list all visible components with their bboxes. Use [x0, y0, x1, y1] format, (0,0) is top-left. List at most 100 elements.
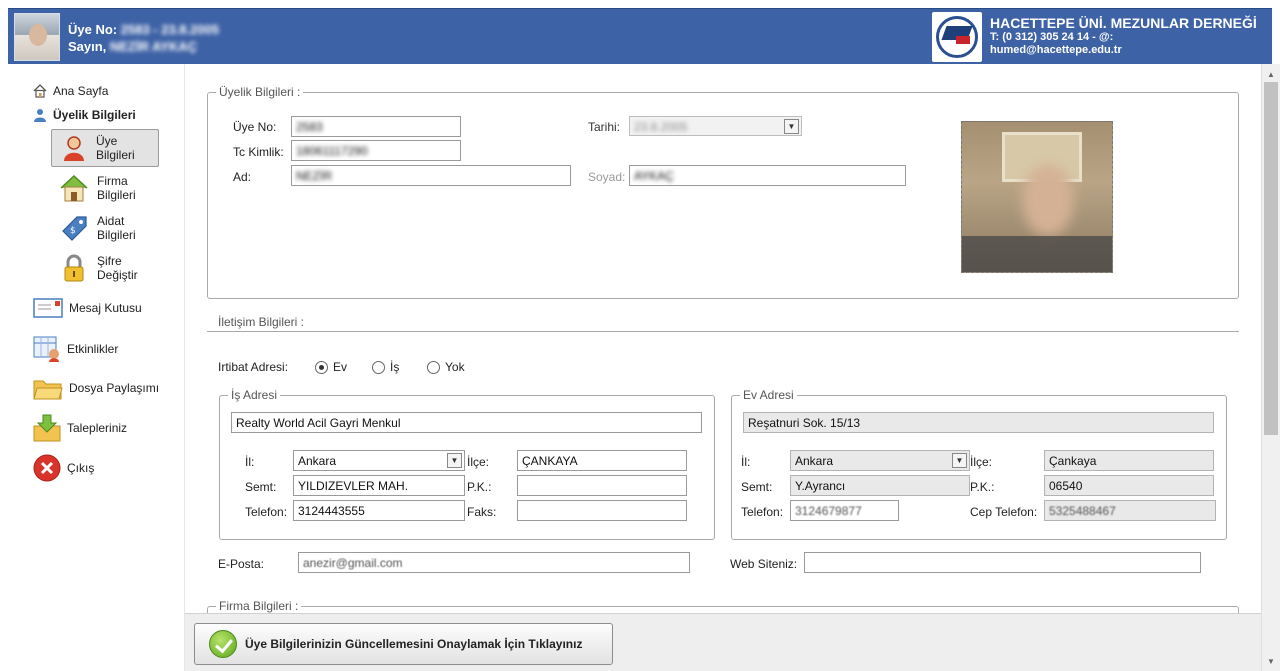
sidebar-item-inbox[interactable]: Mesaj Kutusu — [33, 298, 142, 318]
contact-divider — [207, 331, 1239, 332]
name-label: Ad: — [233, 170, 252, 184]
email-field[interactable]: anezir@gmail.com — [298, 552, 690, 573]
sidebar-item-label: Çıkış — [67, 461, 95, 475]
work-il-label: İl: — [245, 455, 255, 469]
member-no-value: 2583 - 23.8.2005 — [120, 22, 220, 37]
header-bar: Üye No: 2583 - 23.8.2005 Sayın, NEZİR AY… — [8, 8, 1272, 64]
work-phone-label: Telefon: — [245, 505, 288, 519]
sidebar-item-label: Mesaj Kutusu — [69, 301, 142, 315]
home-ilce-label: İlçe: — [970, 455, 993, 469]
member-no-label: Üye No: — [233, 120, 277, 134]
home-il-label: İl: — [741, 455, 751, 469]
scroll-down-icon[interactable]: ▼ — [1262, 653, 1280, 669]
work-ilce-field[interactable]: ÇANKAYA — [517, 450, 687, 471]
home-mobile-field[interactable]: 5325488467 — [1044, 500, 1216, 521]
avatar — [14, 13, 60, 61]
contact-title: İletişim Bilgileri : — [218, 315, 305, 329]
sidebar-item-events[interactable]: Etkinlikler — [33, 336, 118, 362]
house-icon — [60, 174, 88, 202]
date-select[interactable]: 23.8.2005 ▼ — [629, 116, 802, 136]
sidebar-item-label: Firma Bilgileri — [97, 174, 136, 202]
home-semt-label: Semt: — [741, 480, 773, 494]
svg-text:$: $ — [70, 226, 76, 236]
radio-work[interactable]: İş — [372, 360, 399, 374]
sidebar-sub-dues-info[interactable]: $ Aidat Bilgileri — [51, 209, 159, 247]
work-pk-field[interactable] — [517, 475, 687, 496]
user-icon — [34, 109, 46, 122]
radio-home[interactable]: Ev — [315, 360, 347, 374]
membership-legend: Üyelik Bilgileri : — [216, 85, 304, 99]
scrollbar[interactable]: ▲ ▼ — [1261, 64, 1280, 671]
sidebar-item-label: Etkinlikler — [67, 342, 119, 356]
work-fax-field[interactable] — [517, 500, 687, 521]
sidebar-item-label: Dosya Paylaşımı — [69, 381, 160, 395]
org-email: humed@hacettepe.edu.tr — [990, 44, 1122, 56]
home-pk-label: P.K.: — [970, 480, 995, 494]
sidebar-sub-company-info[interactable]: Firma Bilgileri — [51, 169, 159, 207]
member-no-label: Üye No: — [68, 22, 118, 37]
sidebar-item-label: Talepleriniz — [67, 421, 128, 435]
sidebar-item-requests[interactable]: Talepleriniz — [33, 414, 127, 442]
web-label: Web Siteniz: — [730, 557, 798, 571]
work-address-field[interactable]: Realty World Acil Gayri Menkul — [231, 412, 702, 433]
sidebar-item-label: Üye Bilgileri — [96, 134, 135, 162]
sidebar-item-home[interactable]: Ana Sayfa — [33, 84, 108, 98]
folder-icon — [33, 380, 63, 400]
sidebar-item-logout[interactable]: Çıkış — [33, 454, 94, 482]
inbox-download-icon — [33, 414, 61, 442]
chevron-down-icon: ▼ — [447, 453, 462, 468]
home-icon — [33, 84, 47, 98]
contact-address-label: Irtibat Adresi: — [218, 360, 289, 374]
price-tag-icon: $ — [62, 216, 87, 241]
company-legend: Firma Bilgileri : — [216, 599, 302, 613]
home-semt-field[interactable]: Y.Ayrancı — [790, 475, 970, 496]
home-pk-field[interactable]: 06540 — [1044, 475, 1214, 496]
footer-bar: Üye Bilgilerinizin Güncellemesini Onayla… — [185, 613, 1261, 671]
member-icon — [64, 136, 84, 161]
mail-icon — [33, 298, 63, 318]
sidebar-sub-change-password[interactable]: Şifre Değiştir — [51, 249, 159, 287]
greeting-name: NEZİR AYKAÇ — [109, 39, 198, 54]
home-ilce-field[interactable]: Çankaya — [1044, 450, 1214, 471]
name-field[interactable]: NEZİR — [291, 165, 571, 186]
org-title: HACETTEPE ÜNİ. MEZUNLAR DERNEĞİ — [990, 15, 1257, 31]
home-phone-field[interactable]: 3124679877 — [790, 500, 899, 521]
work-il-select[interactable]: Ankara ▼ — [293, 450, 465, 471]
chevron-down-icon: ▼ — [784, 119, 799, 134]
work-semt-field[interactable]: YILDIZEVLER MAH. — [293, 475, 465, 496]
home-il-select[interactable]: Ankara ▼ — [790, 450, 970, 471]
scrollbar-thumb[interactable] — [1264, 82, 1278, 435]
tc-field[interactable]: 18061117290 — [291, 140, 461, 161]
sidebar-item-membership[interactable]: Üyelik Bilgileri — [33, 108, 136, 122]
org-logo — [932, 12, 982, 62]
work-address-legend: İş Adresi — [228, 388, 281, 402]
member-photo[interactable] — [961, 121, 1113, 273]
sidebar-sub-member-info[interactable]: Üye Bilgileri — [51, 129, 159, 167]
web-field[interactable] — [804, 552, 1201, 573]
work-phone-field[interactable]: 3124443555 — [293, 500, 465, 521]
company-fieldset: Firma Bilgileri : — [207, 599, 1239, 613]
sidebar-item-file-sharing[interactable]: Dosya Paylaşımı — [33, 376, 159, 400]
sidebar-item-label: Ana Sayfa — [53, 84, 109, 98]
close-icon — [33, 454, 61, 482]
home-address-legend: Ev Adresi — [740, 388, 797, 402]
scroll-up-icon[interactable]: ▲ — [1262, 66, 1280, 82]
confirm-update-button[interactable]: Üye Bilgilerinizin Güncellemesini Onayla… — [194, 623, 613, 665]
work-ilce-label: İlçe: — [467, 455, 490, 469]
sidebar-item-label: Aidat Bilgileri — [97, 214, 136, 242]
sidebar-item-label: Üyelik Bilgileri — [53, 108, 136, 122]
member-no-field[interactable]: 2583 — [291, 116, 461, 137]
lock-icon — [64, 254, 84, 282]
surname-field[interactable]: AYKAÇ — [629, 165, 906, 186]
greeting-label: Sayın, — [68, 39, 107, 54]
confirm-update-label: Üye Bilgilerinizin Güncellemesini Onayla… — [245, 637, 583, 651]
home-phone-label: Telefon: — [741, 505, 784, 519]
date-label: Tarihi: — [588, 120, 621, 134]
home-mobile-label: Cep Telefon: — [970, 505, 1038, 519]
home-address-field[interactable]: Reşatnuri Sok. 15/13 — [743, 412, 1214, 433]
radio-none[interactable]: Yok — [427, 360, 465, 374]
work-semt-label: Semt: — [245, 480, 277, 494]
chevron-down-icon: ▼ — [952, 453, 967, 468]
email-label: E-Posta: — [218, 557, 265, 571]
surname-label: Soyad: — [588, 170, 626, 184]
